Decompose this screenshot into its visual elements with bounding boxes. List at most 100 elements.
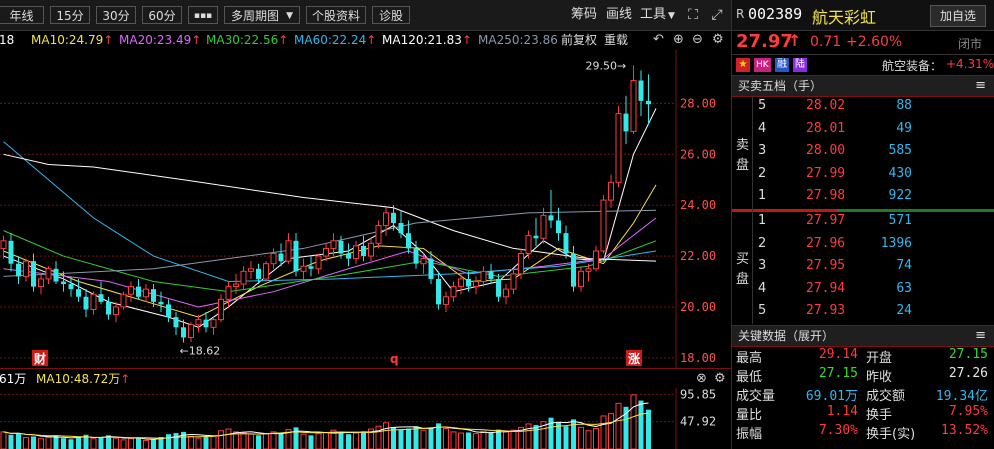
candle[interactable] — [128, 281, 134, 302]
candle[interactable] — [240, 266, 247, 290]
candle[interactable] — [615, 105, 622, 188]
buy-price[interactable]: 27.97 — [806, 213, 845, 228]
keydata-title[interactable]: 关键数据（展开） — [738, 326, 834, 346]
candle[interactable] — [83, 289, 89, 318]
candle[interactable] — [480, 266, 487, 287]
candle[interactable] — [136, 278, 141, 300]
candle[interactable] — [315, 253, 322, 274]
candle[interactable] — [630, 65, 637, 134]
candle[interactable] — [270, 248, 277, 269]
event-marker[interactable]: q — [390, 352, 399, 366]
candle[interactable] — [608, 174, 614, 208]
candle[interactable] — [646, 74, 651, 126]
sell-price[interactable]: 28.01 — [806, 121, 845, 136]
northbound-badge[interactable]: 陆 — [793, 58, 807, 72]
candle[interactable] — [600, 195, 607, 254]
candle[interactable] — [203, 312, 209, 333]
candle[interactable] — [8, 233, 14, 272]
candle[interactable] — [166, 299, 171, 323]
candle[interactable] — [31, 253, 36, 292]
gear-icon[interactable]: ⚙ — [714, 369, 726, 389]
volume-chart[interactable]: 95.85 47.92 — [0, 388, 731, 449]
candle[interactable] — [540, 207, 547, 244]
close-icon[interactable]: ⊗ — [696, 369, 707, 389]
draw-line-button[interactable]: 画线 — [606, 6, 632, 24]
candle[interactable] — [158, 291, 164, 313]
event-marker[interactable]: 财 — [32, 350, 48, 366]
more-periods-button[interactable]: ▪▪▪ — [188, 6, 218, 24]
margin-badge[interactable]: 融 — [775, 58, 789, 72]
hk-connect-badge[interactable]: HK — [754, 58, 771, 72]
candle[interactable] — [113, 301, 119, 323]
buy-price[interactable]: 27.95 — [806, 258, 845, 273]
candle[interactable] — [420, 253, 427, 274]
gear-icon[interactable]: ⚙ — [712, 30, 724, 50]
candle[interactable] — [0, 235, 7, 259]
add-icon[interactable]: ⊕ — [673, 30, 684, 50]
sell-price[interactable]: 28.02 — [806, 98, 845, 113]
candle[interactable] — [473, 276, 479, 295]
period-year-button[interactable]: 年线 — [0, 6, 44, 24]
sector-name[interactable]: 航空装备： — [882, 57, 942, 74]
candle[interactable] — [346, 243, 351, 267]
candle[interactable] — [38, 273, 44, 295]
candle[interactable] — [368, 238, 374, 262]
chips-button[interactable]: 筹码 — [571, 6, 597, 24]
candle[interactable] — [106, 296, 111, 320]
candle[interactable] — [53, 261, 59, 285]
reload-button[interactable]: 重载 — [604, 30, 628, 50]
candle[interactable] — [488, 263, 494, 285]
buy-price[interactable]: 27.94 — [806, 281, 845, 296]
sell-price[interactable]: 27.98 — [806, 188, 845, 203]
menu-icon[interactable]: ≡ — [975, 76, 986, 96]
candle[interactable] — [293, 233, 299, 277]
candle[interactable] — [533, 217, 539, 246]
candle[interactable] — [361, 235, 366, 262]
candle[interactable] — [195, 314, 202, 333]
candle[interactable] — [120, 291, 127, 310]
candle[interactable] — [285, 233, 292, 264]
candle[interactable] — [503, 284, 509, 305]
menu-icon[interactable]: ≡ — [975, 326, 986, 346]
stock-info-button[interactable]: 个股资料 — [306, 6, 366, 24]
candle[interactable] — [578, 266, 584, 292]
candle[interactable] — [308, 256, 314, 277]
adjust-mode-button[interactable]: 前复权 — [561, 30, 597, 50]
candle[interactable] — [45, 266, 52, 285]
expand-icon[interactable]: ⤢ — [708, 6, 726, 24]
multi-period-dropdown[interactable]: 多周期图 ▼ — [224, 6, 300, 24]
candle[interactable] — [210, 317, 217, 335]
candle[interactable] — [143, 284, 149, 302]
candle[interactable] — [436, 271, 441, 310]
candle[interactable] — [383, 207, 389, 236]
candle[interactable] — [300, 258, 307, 282]
candle[interactable] — [496, 273, 501, 302]
candle[interactable] — [218, 294, 224, 323]
buy-price[interactable]: 27.93 — [806, 303, 845, 318]
candle[interactable] — [16, 256, 21, 285]
candle[interactable] — [548, 189, 554, 229]
candle[interactable] — [443, 291, 449, 313]
add-watchlist-button[interactable]: 加自选 — [930, 5, 986, 27]
minus-icon[interactable]: ⊖ — [692, 30, 703, 50]
candle[interactable] — [638, 70, 644, 117]
candle[interactable] — [173, 312, 179, 335]
candle[interactable] — [188, 322, 194, 343]
sell-price[interactable]: 27.99 — [806, 166, 845, 181]
candle[interactable] — [525, 230, 532, 259]
candlestick-chart[interactable]: 28.00 26.00 24.00 22.00 20.00 18.00 29.50→ ←18.… — [0, 50, 731, 368]
period-15min-button[interactable]: 15分 — [50, 6, 90, 24]
tools-dropdown[interactable]: 工具 ▼ — [640, 6, 675, 24]
candle[interactable] — [510, 268, 517, 295]
candle[interactable] — [90, 291, 97, 315]
undo-icon[interactable]: ↶ — [653, 30, 664, 50]
candle[interactable] — [353, 240, 359, 264]
period-30min-button[interactable]: 30分 — [96, 6, 136, 24]
diagnose-button[interactable]: 诊股 — [372, 6, 410, 24]
candle[interactable] — [593, 245, 599, 272]
candle[interactable] — [375, 220, 382, 249]
candle[interactable] — [248, 261, 254, 279]
period-60min-button[interactable]: 60分 — [142, 6, 182, 24]
event-marker[interactable]: 涨 — [626, 350, 642, 366]
candle[interactable] — [23, 258, 29, 282]
